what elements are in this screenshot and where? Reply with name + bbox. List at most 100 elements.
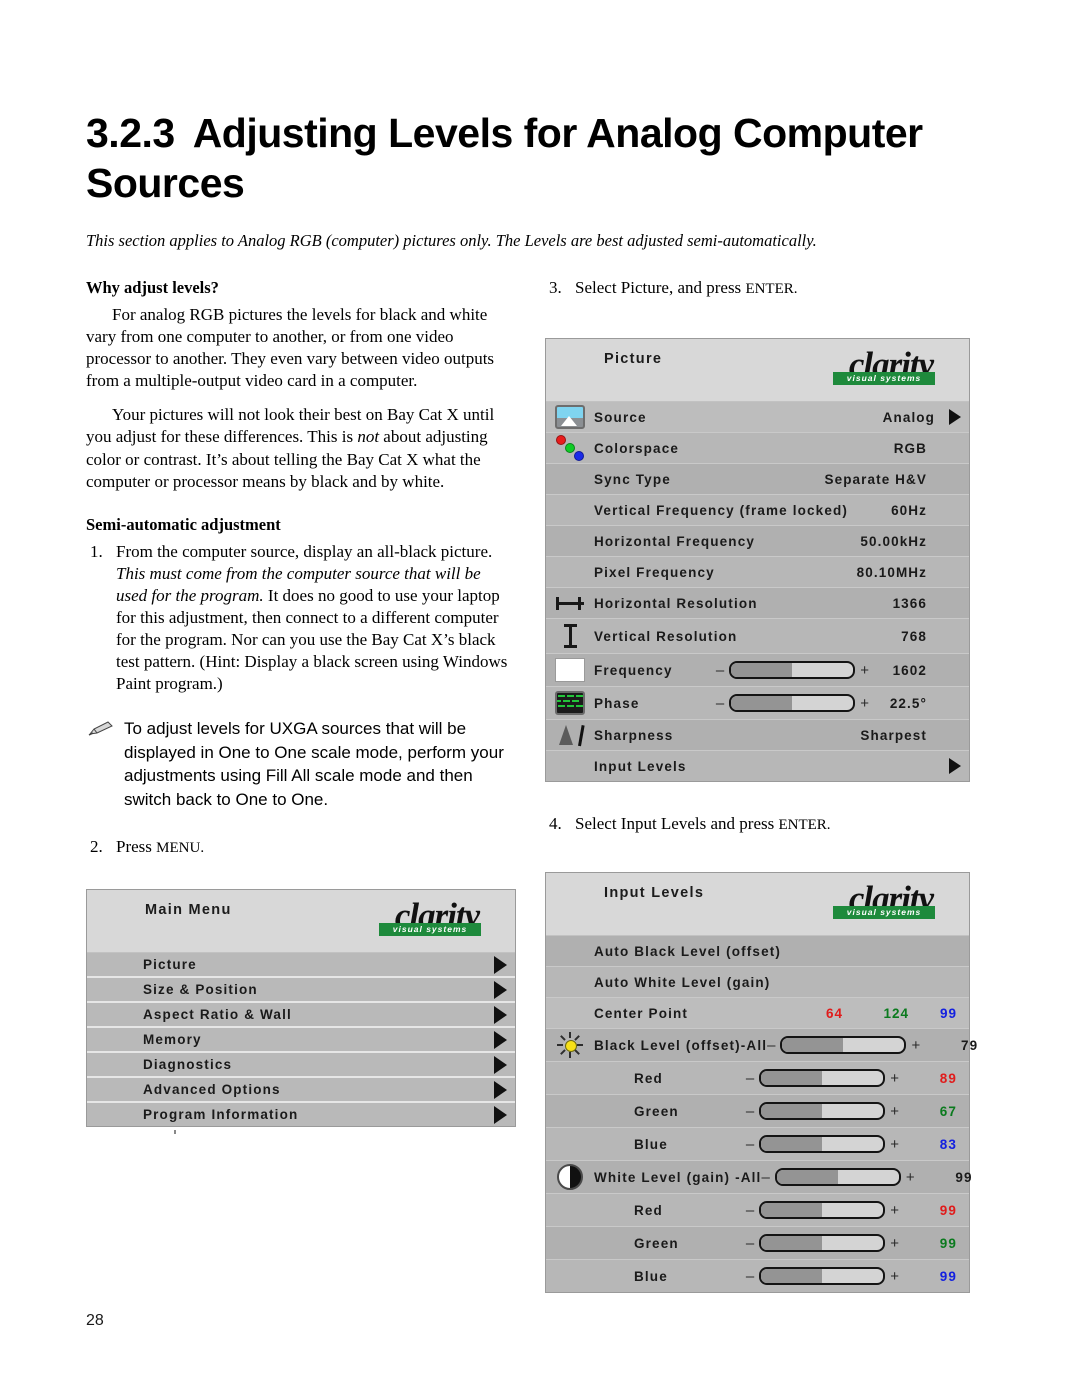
picture-row-label: Colorspace: [594, 440, 680, 456]
minus-icon[interactable]: –: [746, 1070, 754, 1087]
picture-row-value: 60Hz: [891, 502, 927, 518]
step-3: 3. Select Picture, and press ENTER.: [545, 278, 970, 298]
main-menu-item-label: Size & Position: [143, 982, 258, 998]
phase-slider-control[interactable]: – +: [716, 694, 875, 712]
input-row-value: 99: [955, 1169, 973, 1185]
picture-row-vertical-frequency[interactable]: Vertical Frequency (frame locked) 60Hz: [546, 495, 969, 526]
input-row-auto-white-level[interactable]: Auto White Level (gain): [546, 967, 969, 998]
plus-icon[interactable]: +: [911, 1037, 920, 1054]
plus-icon[interactable]: +: [906, 1169, 915, 1186]
plus-icon[interactable]: +: [860, 662, 869, 679]
main-menu-item-diagnostics[interactable]: Diagnostics: [87, 1053, 515, 1079]
minus-icon[interactable]: –: [746, 1268, 754, 1285]
frequency-slider[interactable]: [729, 661, 856, 679]
plus-icon[interactable]: +: [890, 1268, 899, 1285]
white-level-blue-slider[interactable]: [759, 1267, 886, 1285]
minus-icon[interactable]: –: [761, 1169, 769, 1186]
input-row-value: 67: [939, 1103, 957, 1119]
input-row-black-level-red[interactable]: Red – + 89: [546, 1062, 969, 1095]
heading-number: 3.2.3: [86, 110, 175, 156]
white-level-blue-slider-control[interactable]: – +: [746, 1267, 905, 1285]
step-3-text: Select Picture, and press: [575, 278, 746, 297]
input-row-white-level-green[interactable]: Green – + 99: [546, 1227, 969, 1260]
phase-slider[interactable]: [729, 694, 856, 712]
minus-icon[interactable]: –: [746, 1202, 754, 1219]
input-row-value: 79: [961, 1037, 979, 1053]
icon-placeholder: [546, 1096, 594, 1126]
main-menu-item-size-position[interactable]: Size & Position: [87, 978, 515, 1004]
picture-row-value: 1602: [892, 662, 927, 678]
main-menu-osd[interactable]: Main Menu clarity visual systems Picture…: [86, 889, 516, 1128]
input-row-white-level-all[interactable]: White Level (gain) -All – + 99: [546, 1161, 971, 1194]
plus-icon[interactable]: +: [890, 1070, 899, 1087]
white-level-all-slider[interactable]: [774, 1168, 901, 1186]
picture-row-value: Separate H&V: [824, 471, 927, 487]
icon-placeholder: [546, 464, 594, 494]
black-level-all-slider-control[interactable]: – +: [767, 1036, 926, 1054]
minus-icon[interactable]: –: [716, 662, 724, 679]
plus-icon[interactable]: +: [860, 695, 869, 712]
minus-icon[interactable]: –: [716, 695, 724, 712]
input-row-center-point[interactable]: Center Point 64 124 99: [546, 998, 969, 1029]
input-row-value: 99: [939, 1202, 957, 1218]
picture-row-label: Input Levels: [594, 758, 687, 774]
black-level-green-slider[interactable]: [759, 1102, 886, 1120]
why-p2-emphasis: not: [357, 427, 380, 447]
picture-row-pixel-frequency[interactable]: Pixel Frequency 80.10MHz: [546, 557, 969, 588]
input-row-label: Center Point: [594, 1005, 689, 1021]
plus-icon[interactable]: +: [890, 1235, 899, 1252]
white-level-red-slider[interactable]: [759, 1201, 886, 1219]
center-point-red-value: 64: [825, 1005, 843, 1021]
input-row-black-level-all[interactable]: Black Level (offset)-All – + 79: [546, 1029, 977, 1062]
step-3-key: ENTER.: [745, 281, 798, 297]
picture-row-vertical-resolution[interactable]: Vertical Resolution 768: [546, 619, 969, 654]
picture-row-sharpness[interactable]: Sharpness Sharpest: [546, 720, 969, 751]
white-level-all-slider-control[interactable]: – +: [761, 1168, 920, 1186]
black-level-all-slider[interactable]: [780, 1036, 907, 1054]
input-row-label: Green: [634, 1103, 679, 1119]
input-row-auto-black-level[interactable]: Auto Black Level (offset): [546, 936, 969, 967]
main-menu-item-aspect-ratio-wall[interactable]: Aspect Ratio & Wall: [87, 1003, 515, 1029]
minus-icon[interactable]: –: [746, 1136, 754, 1153]
main-menu-item-memory[interactable]: Memory: [87, 1028, 515, 1054]
picture-row-colorspace[interactable]: Colorspace RGB: [546, 433, 969, 464]
icon-placeholder: [546, 1195, 594, 1225]
white-level-green-slider[interactable]: [759, 1234, 886, 1252]
icon-placeholder: [546, 1228, 594, 1258]
main-menu-item-advanced-options[interactable]: Advanced Options: [87, 1078, 515, 1104]
picture-row-label: Vertical Resolution: [594, 628, 738, 644]
black-level-green-slider-control[interactable]: – +: [746, 1102, 905, 1120]
picture-row-input-levels[interactable]: Input Levels: [546, 751, 969, 781]
input-row-white-level-red[interactable]: Red – + 99: [546, 1194, 969, 1227]
input-row-white-level-blue[interactable]: Blue – + 99: [546, 1260, 969, 1292]
black-level-blue-slider-control[interactable]: – +: [746, 1135, 905, 1153]
black-level-red-slider-control[interactable]: – +: [746, 1069, 905, 1087]
minus-icon[interactable]: –: [746, 1235, 754, 1252]
black-level-blue-slider[interactable]: [759, 1135, 886, 1153]
picture-row-sync-type[interactable]: Sync Type Separate H&V: [546, 464, 969, 495]
white-level-red-slider-control[interactable]: – +: [746, 1201, 905, 1219]
input-row-black-level-blue[interactable]: Blue – + 83: [546, 1128, 969, 1161]
picture-row-value: RGB: [893, 440, 927, 456]
picture-row-frequency[interactable]: Frequency – + 1602: [546, 654, 969, 687]
step-2-key: MENU.: [156, 840, 205, 857]
minus-icon[interactable]: –: [767, 1037, 775, 1054]
picture-menu-osd[interactable]: Picture clarity visual systems Source An…: [545, 338, 970, 782]
input-levels-title: Input Levels: [604, 885, 705, 901]
picture-row-label: Horizontal Frequency: [594, 533, 756, 549]
plus-icon[interactable]: +: [890, 1136, 899, 1153]
black-level-red-slider[interactable]: [759, 1069, 886, 1087]
main-menu-item-program-information[interactable]: Program Information: [87, 1103, 515, 1127]
minus-icon[interactable]: –: [746, 1103, 754, 1120]
picture-row-source[interactable]: Source Analog: [546, 402, 969, 433]
picture-row-phase[interactable]: Phase – + 22.5°: [546, 687, 969, 720]
input-row-black-level-green[interactable]: Green – + 67: [546, 1095, 969, 1128]
main-menu-item-picture[interactable]: Picture: [87, 953, 515, 979]
picture-row-horizontal-resolution[interactable]: Horizontal Resolution 1366: [546, 588, 969, 619]
plus-icon[interactable]: +: [890, 1103, 899, 1120]
input-levels-osd[interactable]: Input Levels clarity visual systems Auto…: [545, 872, 977, 1293]
picture-row-horizontal-frequency[interactable]: Horizontal Frequency 50.00kHz: [546, 526, 969, 557]
plus-icon[interactable]: +: [890, 1202, 899, 1219]
frequency-slider-control[interactable]: – +: [716, 661, 875, 679]
white-level-green-slider-control[interactable]: – +: [746, 1234, 905, 1252]
